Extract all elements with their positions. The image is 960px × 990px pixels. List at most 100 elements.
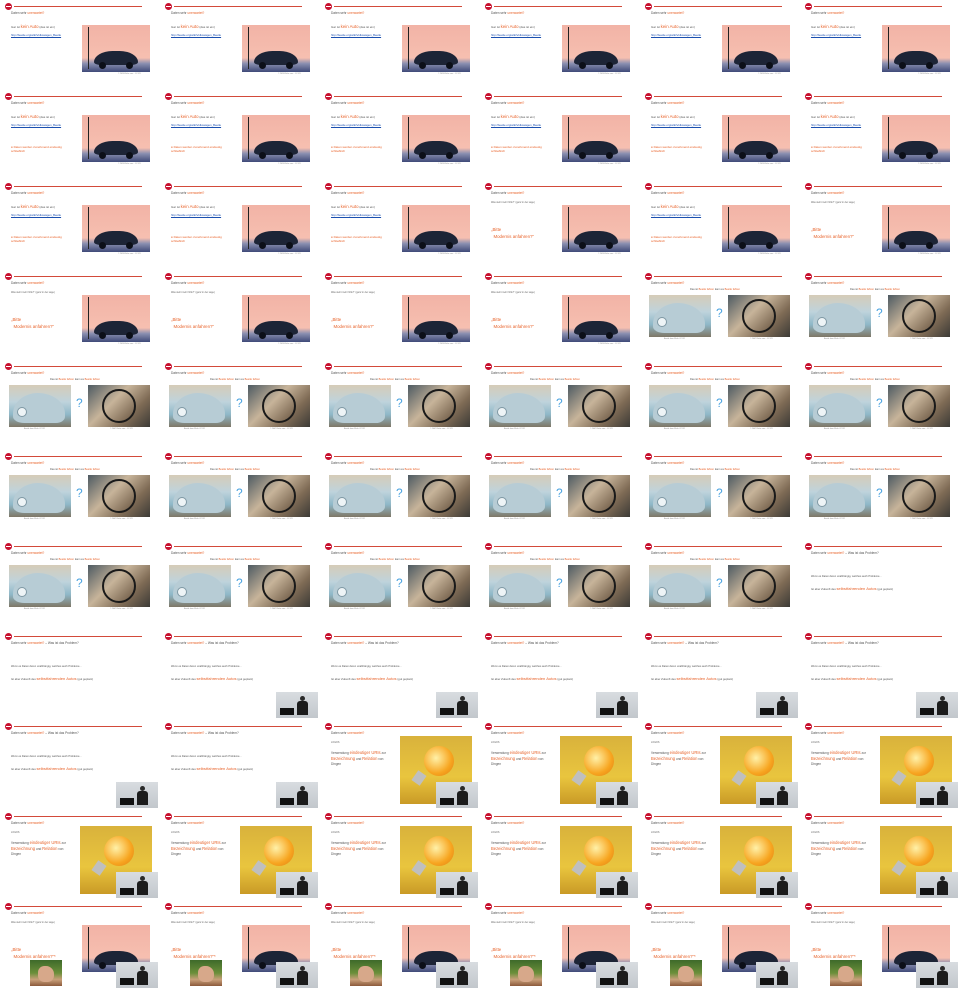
slide-thumbnail[interactable]: Daten sehr unerwartet?© 2010 Flickr user…: [0, 270, 160, 360]
slide-thumbnail[interactable]: Daten sehr unerwartet? Gar ist kein Auto …: [320, 0, 480, 90]
wikipedia-link[interactable]: http://beetle.org/wiki/Volkswagen_Beetle: [331, 34, 381, 37]
wikipedia-link[interactable]: http://beetle.org/wiki/Volkswagen_Beetle: [171, 34, 221, 37]
slide-thumbnail[interactable]: Daten sehr unerwartet? Gar ist kein Auto …: [640, 0, 800, 90]
wikipedia-link[interactable]: http://beetle.org/wiki/Volkswagen_Beetle: [811, 124, 861, 127]
slide-thumbnail[interactable]: Daten sehr unerwartet? LOGOS Verwendung ei…: [160, 810, 320, 900]
slide-thumbnail[interactable]: Daten sehr unerwartet?© 2010 Flickr user…: [640, 900, 800, 990]
wikipedia-link[interactable]: http://beetle.org/wiki/Volkswagen_Beetle: [491, 34, 541, 37]
slide-thumbnail[interactable]: Daten sehr unerwartet? Das ist Beetle fah…: [800, 270, 960, 360]
slide-title-highlight: unerwartet?: [507, 101, 525, 105]
speaker-video-inset: [756, 692, 798, 718]
wikipedia-link[interactable]: http://beetle.org/wiki/Volkswagen_Beetle: [11, 124, 61, 127]
slide-thumbnail[interactable]: Daten sehr unerwartet? – Was ist das Pro…: [160, 720, 320, 810]
slide-thumbnail[interactable]: Daten sehr unerwartet? Das ist Beetle fah…: [800, 450, 960, 540]
lectern: [600, 798, 614, 805]
slide-thumbnail[interactable]: Daten sehr unerwartet? LOGOS Verwendung ei…: [640, 810, 800, 900]
slide-thumbnail[interactable]: Daten sehr unerwartet?© 2010 Flickr user…: [480, 180, 640, 270]
slide-thumbnail[interactable]: Daten sehr unerwartet? Gar ist kein Auto …: [160, 0, 320, 90]
wikipedia-link[interactable]: http://beetle.org/wiki/Volkswagen_Beetle: [171, 214, 221, 217]
wikipedia-link[interactable]: http://beetle.org/wiki/Volkswagen_Beetle: [651, 214, 701, 217]
slide-thumbnail[interactable]: Daten sehr unerwartet? Das ist Beetle fah…: [480, 450, 640, 540]
slide-title: Daten sehr unerwartet?: [651, 371, 684, 375]
slide-thumbnail[interactable]: Daten sehr unerwartet?© 2010 Flickr user…: [800, 180, 960, 270]
wikipedia-link[interactable]: http://beetle.org/wiki/Volkswagen_Beetle: [11, 214, 61, 217]
slide-thumbnail[interactable]: Daten sehr unerwartet? Das ist Beetle fah…: [640, 450, 800, 540]
slide-thumbnail[interactable]: Daten sehr unerwartet? Das ist Beetle fah…: [640, 360, 800, 450]
wikipedia-link[interactable]: http://beetle.org/wiki/Volkswagen_Beetle: [11, 34, 61, 37]
slide-thumbnail[interactable]: Daten sehr unerwartet? Das ist Beetle fah…: [320, 450, 480, 540]
header-divider: [334, 6, 462, 7]
wikipedia-link[interactable]: http://beetle.org/wiki/Volkswagen_Beetle: [651, 34, 701, 37]
slide-title-suffix: – Was ist das Problem?: [44, 641, 79, 645]
slide-thumbnail[interactable]: Daten sehr unerwartet? LOGOS Verwendung ei…: [480, 810, 640, 900]
beetle-line-hl2: Beetle fahren: [404, 378, 421, 381]
slide-thumbnail[interactable]: Daten sehr unerwartet? – Was ist das Pro…: [800, 540, 960, 630]
slide-thumbnail[interactable]: Daten sehr unerwartet? Das ist Beetle fah…: [0, 540, 160, 630]
slide-thumbnail[interactable]: Daten sehr unerwartet? Gar ist kein Auto …: [320, 90, 480, 180]
slide-title-text: Daten sehr: [171, 371, 188, 375]
slide-thumbnail[interactable]: Daten sehr unerwartet? LOGOS Verwendung ei…: [480, 720, 640, 810]
slide-thumbnail[interactable]: Daten sehr unerwartet? – Was ist das Pro…: [640, 630, 800, 720]
slide-thumbnail[interactable]: Daten sehr unerwartet? LOGOS Verwendung ei…: [640, 720, 800, 810]
slide-thumbnail[interactable]: Daten sehr unerwartet? Das ist Beetle fah…: [0, 450, 160, 540]
slide-thumbnail[interactable]: Daten sehr unerwartet?© 2010 Flickr user…: [0, 900, 160, 990]
slide-thumbnail[interactable]: Daten sehr unerwartet? Gar ist kein Auto …: [640, 180, 800, 270]
slide-title: Daten sehr unerwartet?: [11, 371, 44, 375]
slide-thumbnail[interactable]: Daten sehr unerwartet?© 2010 Flickr user…: [480, 270, 640, 360]
slide-thumbnail[interactable]: Daten sehr unerwartet? Das ist Beetle fah…: [480, 360, 640, 450]
slide-thumbnail[interactable]: Daten sehr unerwartet? – Was ist das Pro…: [480, 630, 640, 720]
slide-thumbnail[interactable]: Daten sehr unerwartet? Gar ist kein Auto …: [800, 90, 960, 180]
wikipedia-link[interactable]: http://beetle.org/wiki/Volkswagen_Beetle: [331, 214, 381, 217]
slide-thumbnail[interactable]: Daten sehr unerwartet? LOGOS Verwendung ei…: [0, 810, 160, 900]
slide-thumbnail[interactable]: Daten sehr unerwartet? Das ist Beetle fah…: [640, 540, 800, 630]
slide-thumbnail[interactable]: Daten sehr unerwartet? LOGOS Verwendung ei…: [320, 720, 480, 810]
wikipedia-link[interactable]: http://beetle.org/wiki/Volkswagen_Beetle: [651, 124, 701, 127]
slide-thumbnail[interactable]: Daten sehr unerwartet? Gar ist kein Auto …: [0, 0, 160, 90]
slide-thumbnail[interactable]: Daten sehr unerwartet? Gar ist kein Auto …: [0, 90, 160, 180]
slide-thumbnail[interactable]: Daten sehr unerwartet? Das ist Beetle fah…: [480, 540, 640, 630]
slide-thumbnail[interactable]: Daten sehr unerwartet?© 2010 Flickr user…: [320, 270, 480, 360]
slide-thumbnail[interactable]: Daten sehr unerwartet? Gar ist kein Auto …: [0, 180, 160, 270]
slide-thumbnail[interactable]: Daten sehr unerwartet? Das ist Beetle fah…: [160, 450, 320, 540]
slide-thumbnail[interactable]: Daten sehr unerwartet? Gar ist kein Auto …: [640, 90, 800, 180]
slide-thumbnail[interactable]: Daten sehr unerwartet?© 2010 Flickr user…: [480, 900, 640, 990]
slide-thumbnail[interactable]: Daten sehr unerwartet? – Was ist das Pro…: [0, 720, 160, 810]
university-logo-icon: [805, 543, 812, 550]
slide-thumbnail[interactable]: Daten sehr unerwartet?© 2010 Flickr user…: [320, 900, 480, 990]
wikipedia-link[interactable]: http://beetle.org/wiki/Volkswagen_Beetle: [811, 34, 861, 37]
university-logo-icon: [485, 3, 492, 10]
photo-credit-left: Beetle from Flickr CC BY: [24, 518, 46, 520]
wikipedia-link[interactable]: http://beetle.org/wiki/Volkswagen_Beetle: [491, 124, 541, 127]
wikipedia-link[interactable]: http://beetle.org/wiki/Volkswagen_Beetle: [331, 124, 381, 127]
slide-thumbnail[interactable]: Daten sehr unerwartet? – Was ist das Pro…: [800, 630, 960, 720]
quote-text: „Bitte Modernis anfahren?“*: [491, 947, 561, 960]
slide-thumbnail[interactable]: Daten sehr unerwartet? Gar ist kein Auto …: [320, 180, 480, 270]
slide-thumbnail[interactable]: Daten sehr unerwartet? Das ist Beetle fah…: [160, 360, 320, 450]
slide-thumbnail[interactable]: Daten sehr unerwartet? Das ist Beetle fah…: [160, 540, 320, 630]
uri-hl: eindeutiger URIs: [349, 840, 381, 845]
slide-thumbnail[interactable]: Daten sehr unerwartet? – Was ist das Pro…: [160, 630, 320, 720]
slide-thumbnail[interactable]: Daten sehr unerwartet? Gar ist kein Auto …: [480, 0, 640, 90]
slide-thumbnail[interactable]: Daten sehr unerwartet? LOGOS Verwendung ei…: [800, 810, 960, 900]
slide-thumbnail[interactable]: Daten sehr unerwartet? Das ist Beetle fah…: [320, 540, 480, 630]
slide-thumbnail[interactable]: Daten sehr unerwartet?© 2010 Flickr user…: [160, 900, 320, 990]
slide-thumbnail[interactable]: Daten sehr unerwartet? Das ist Beetle fah…: [640, 270, 800, 360]
slide-thumbnail[interactable]: Daten sehr unerwartet? Gar ist kein Auto …: [160, 90, 320, 180]
slide-thumbnail[interactable]: Daten sehr unerwartet? Gar ist kein Auto …: [160, 180, 320, 270]
vw-beetle-photo: [82, 205, 150, 252]
slide-thumbnail[interactable]: Daten sehr unerwartet?© 2010 Flickr user…: [160, 270, 320, 360]
slide-thumbnail[interactable]: Daten sehr unerwartet? Gar ist kein Auto …: [800, 0, 960, 90]
slide-thumbnail[interactable]: Daten sehr unerwartet? Das ist Beetle fah…: [0, 360, 160, 450]
slide-thumbnail[interactable]: Daten sehr unerwartet? – Was ist das Pro…: [320, 630, 480, 720]
slide-title: Daten sehr unerwartet?: [651, 461, 684, 465]
university-logo-icon: [165, 273, 172, 280]
slide-thumbnail[interactable]: Daten sehr unerwartet? Gar ist kein Auto …: [480, 90, 640, 180]
wikipedia-link[interactable]: http://beetle.org/wiki/Volkswagen_Beetle: [171, 124, 221, 127]
slide-thumbnail[interactable]: Daten sehr unerwartet? Das ist Beetle fah…: [320, 360, 480, 450]
slide-thumbnail[interactable]: Daten sehr unerwartet? LOGOS Verwendung ei…: [320, 810, 480, 900]
slide-thumbnail[interactable]: Daten sehr unerwartet? Das ist Beetle fah…: [800, 360, 960, 450]
slide-thumbnail[interactable]: Daten sehr unerwartet?© 2010 Flickr user…: [800, 900, 960, 990]
slide-thumbnail[interactable]: Daten sehr unerwartet? LOGOS Verwendung ei…: [800, 720, 960, 810]
slide-thumbnail[interactable]: Daten sehr unerwartet? – Was ist das Pro…: [0, 630, 160, 720]
beetle-headlight: [177, 497, 187, 507]
